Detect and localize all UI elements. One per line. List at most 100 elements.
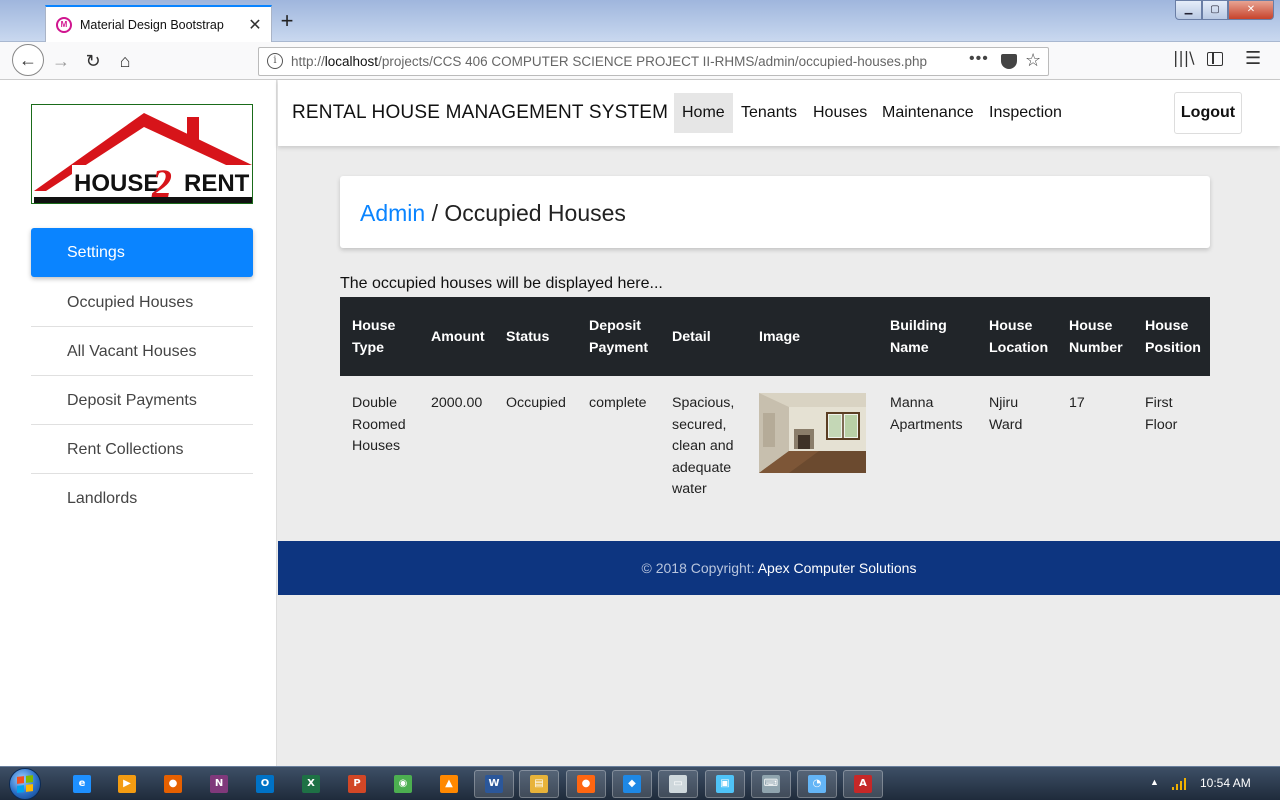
- taskbar-button-vlc[interactable]: ▲: [429, 770, 469, 798]
- sidebar-item-settings[interactable]: Settings: [31, 228, 253, 277]
- taskbar-button-word[interactable]: W: [474, 770, 514, 798]
- col-header-building-name: Building Name: [878, 297, 977, 376]
- taskbar-button-onenote[interactable]: N: [199, 770, 239, 798]
- footer-company-link[interactable]: Apex Computer Solutions: [758, 560, 917, 576]
- cell-house-location: Njiru Ward: [977, 376, 1057, 502]
- maximize-button[interactable]: ▢: [1202, 0, 1228, 20]
- header-line: House: [989, 317, 1033, 334]
- sidebar-toggle-icon[interactable]: [1207, 52, 1223, 66]
- sidebar-item-occupied-houses[interactable]: Occupied Houses: [31, 278, 253, 327]
- header-line: Position: [1145, 339, 1201, 356]
- pocket-icon[interactable]: [1001, 54, 1017, 69]
- powerpoint-icon: P: [348, 775, 366, 793]
- cell-line: adequate: [672, 459, 732, 476]
- col-header-house-number: House Number: [1057, 297, 1133, 376]
- nav-inspection-link[interactable]: Inspection: [981, 93, 1070, 133]
- word-icon: W: [485, 775, 503, 793]
- taskbar-button-firefox[interactable]: ●: [566, 770, 606, 798]
- col-header-status: Status: [494, 297, 577, 376]
- taskbar-button-excel[interactable]: X: [291, 770, 331, 798]
- reload-icon[interactable]: ↻: [78, 46, 108, 76]
- minimize-button[interactable]: ▁: [1175, 0, 1202, 20]
- taskbar-button-remote-desktop[interactable]: ▣: [705, 770, 745, 798]
- network-signal-icon[interactable]: [1172, 778, 1190, 790]
- brand-title[interactable]: RENTAL HOUSE MANAGEMENT SYSTEM: [292, 102, 668, 124]
- start-button[interactable]: [6, 767, 46, 800]
- header-line: Type: [352, 339, 385, 356]
- logo-word-house: HOUSE: [74, 170, 159, 197]
- tray-expand-icon[interactable]: ▲: [1150, 777, 1159, 787]
- forward-arrow-icon[interactable]: →: [46, 46, 76, 76]
- house-room-photo[interactable]: [759, 393, 866, 473]
- nav-tenants-link[interactable]: Tenants: [733, 93, 805, 133]
- bookmark-star-icon[interactable]: ☆: [1025, 50, 1041, 71]
- onenote-icon: N: [210, 775, 228, 793]
- logo-word-rent: RENT: [184, 170, 250, 197]
- url-text[interactable]: http://localhost/projects/CCS 406 COMPUT…: [291, 54, 927, 69]
- taskbar-button-control-panel[interactable]: ◔: [797, 770, 837, 798]
- taskbar-button-media-player[interactable]: ▶: [107, 770, 147, 798]
- taskbar-button-window-app[interactable]: ▭: [658, 770, 698, 798]
- taskbar-button-chrome[interactable]: ◉: [383, 770, 423, 798]
- site-info-icon[interactable]: i: [267, 53, 283, 69]
- sidebar: HOUSE 2 RENT Settings Occupied Houses Al…: [0, 80, 277, 766]
- cell-building-name: Manna Apartments: [878, 376, 977, 502]
- breadcrumb: Admin / Occupied Houses: [360, 200, 626, 227]
- breadcrumb-card: Admin / Occupied Houses: [340, 176, 1210, 248]
- window-app-icon: ▭: [669, 775, 687, 793]
- media-player-icon: ▶: [118, 775, 136, 793]
- table-row: Double Roomed Houses 2000.00 Occupied comp…: [340, 376, 1210, 502]
- taskbar-button-file-explorer[interactable]: ▤: [519, 770, 559, 798]
- cell-line: secured,: [672, 416, 727, 433]
- breadcrumb-admin-link[interactable]: Admin: [360, 200, 425, 226]
- header-line: Deposit: [589, 317, 642, 334]
- col-header-house-position: House Position: [1133, 297, 1210, 376]
- firefox-dev-icon: ●: [164, 775, 182, 793]
- outlook-icon: O: [256, 775, 274, 793]
- home-icon[interactable]: ⌂: [110, 46, 140, 76]
- tab-close-icon[interactable]: ✕: [245, 15, 265, 35]
- library-icon[interactable]: |||\: [1173, 48, 1195, 67]
- header-line: Name: [890, 339, 929, 356]
- sidebar-item-all-vacant-houses[interactable]: All Vacant Houses: [31, 327, 253, 376]
- nav-houses-link[interactable]: Houses: [805, 93, 875, 133]
- new-tab-button[interactable]: +: [275, 8, 299, 36]
- cell-line: Double: [352, 395, 397, 411]
- cell-status: Occupied: [506, 395, 566, 411]
- back-arrow-icon[interactable]: ←: [12, 44, 44, 76]
- system-clock[interactable]: 10:54 AM: [1200, 776, 1251, 790]
- logout-button[interactable]: Logout: [1174, 92, 1242, 134]
- taskbar-button-outlook[interactable]: O: [245, 770, 285, 798]
- nav-maintenance-link[interactable]: Maintenance: [874, 93, 982, 133]
- vlc-icon: ▲: [440, 775, 458, 793]
- cell-deposit-payment: complete: [589, 395, 647, 411]
- browser-tab[interactable]: M Material Design Bootstrap ✕: [45, 5, 272, 42]
- taskbar-button-internet-explorer[interactable]: e: [62, 770, 102, 798]
- page-footer: © 2018 Copyright: Apex Computer Solution…: [278, 541, 1280, 595]
- taskbar-button-visual-studio-code[interactable]: ◆: [612, 770, 652, 798]
- mdb-favicon-icon: M: [56, 16, 72, 33]
- cell-house-type: Double Roomed Houses: [340, 376, 419, 502]
- taskbar-button-firefox-dev[interactable]: ●: [153, 770, 193, 798]
- taskbar-button-powerpoint[interactable]: P: [337, 770, 377, 798]
- page-actions-icon[interactable]: •••: [969, 50, 989, 68]
- sidebar-item-deposit-payments[interactable]: Deposit Payments: [31, 376, 253, 425]
- address-bar[interactable]: i http://localhost/projects/CCS 406 COMP…: [258, 47, 1049, 76]
- header-line: Payment: [589, 339, 649, 356]
- header-line: Status: [506, 328, 550, 345]
- visual-studio-code-icon: ◆: [623, 775, 641, 793]
- nav-home-link[interactable]: Home: [674, 93, 733, 133]
- sidebar-item-rent-collections[interactable]: Rent Collections: [31, 425, 253, 474]
- hamburger-menu-icon[interactable]: ☰: [1245, 48, 1261, 69]
- top-navbar: RENTAL HOUSE MANAGEMENT SYSTEM Home Tena…: [278, 80, 1280, 146]
- taskbar-button-keyboard[interactable]: ⌨: [751, 770, 791, 798]
- chrome-icon: ◉: [394, 775, 412, 793]
- taskbar-button-acrobat[interactable]: A: [843, 770, 883, 798]
- cell-amount: 2000.00: [431, 395, 483, 411]
- close-window-button[interactable]: ✕: [1228, 0, 1274, 20]
- cell-line: Apartments: [890, 416, 963, 433]
- cell-line: Spacious,: [672, 395, 735, 411]
- sidebar-item-landlords[interactable]: Landlords: [31, 474, 253, 523]
- col-header-deposit-payment: Deposit Payment: [577, 297, 660, 376]
- page-viewport: HOUSE 2 RENT Settings Occupied Houses Al…: [0, 80, 1280, 766]
